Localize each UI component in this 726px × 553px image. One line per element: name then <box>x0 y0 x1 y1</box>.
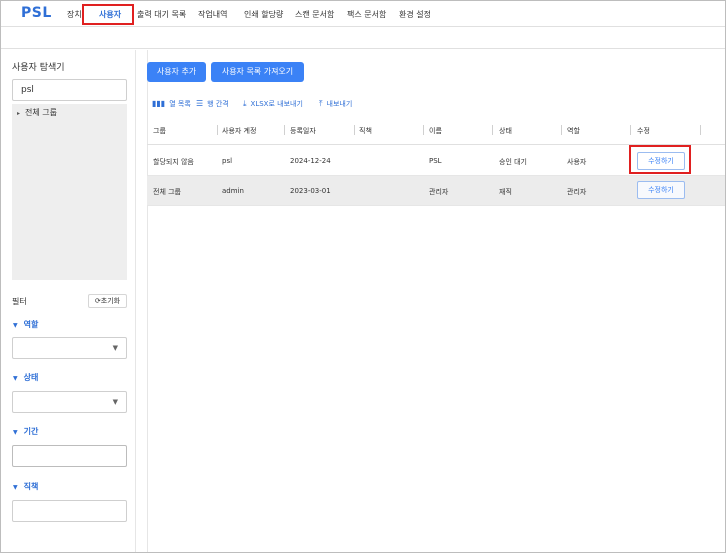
table-row[interactable]: 전체 그룹 admin 2023-03-01 관리자 재직 관리자 수정하기 <box>147 176 725 206</box>
row-spacing-toggle[interactable]: ☰ 행 간격 <box>196 99 229 109</box>
cell-date: 2024-12-24 <box>290 157 331 165</box>
column-separator[interactable] <box>423 125 424 135</box>
group-tree: ▸ 전체 그룹 <box>12 104 127 280</box>
role-select[interactable]: ▼ <box>12 337 127 359</box>
download-icon: ⤓ <box>243 99 247 108</box>
cell-status: 재직 <box>499 188 512 196</box>
filter-label: 필터 <box>12 297 27 306</box>
column-header-role[interactable]: 역할 <box>567 126 580 136</box>
highlight-box-edit-button <box>629 145 691 174</box>
cell-account: psl <box>222 157 233 165</box>
toolbar-label: 행 간격 <box>207 100 229 108</box>
column-header-name[interactable]: 이름 <box>429 126 442 136</box>
filter-section-label: 상태 <box>23 373 39 382</box>
tree-item-all-groups[interactable]: ▸ 전체 그룹 <box>17 107 57 118</box>
import-users-button[interactable]: 사용자 목록 가져오기 <box>211 62 304 82</box>
filter-section-position[interactable]: ▼ 직책 <box>13 481 38 492</box>
tree-item-label: 전체 그룹 <box>25 108 57 117</box>
column-header-status[interactable]: 상태 <box>499 126 512 136</box>
export-button[interactable]: ⤒ 내보내기 <box>319 99 352 109</box>
column-header-account[interactable]: 사용자 계정 <box>222 126 256 136</box>
dropdown-arrow-icon: ▼ <box>112 344 118 352</box>
toolbar-label: 열 목록 <box>169 100 191 108</box>
user-explorer-sidebar: 사용자 탐색기 ▸ 전체 그룹 필터 ⟳초기화 ▼ 역할 ▼ ▼ 상태 ▼ ▼ 기간 ▼… <box>1 50 136 552</box>
column-separator[interactable] <box>630 125 631 135</box>
tab-settings[interactable]: 환경 설정 <box>399 9 431 20</box>
column-separator[interactable] <box>217 125 218 135</box>
export-xlsx-button[interactable]: ⤓ XLSX로 내보내기 <box>243 99 303 109</box>
filter-section-label: 기간 <box>23 427 39 436</box>
column-header-group[interactable]: 그룹 <box>153 126 166 136</box>
filter-section-label: 직책 <box>23 482 39 491</box>
cell-role: 관리자 <box>567 188 587 196</box>
tab-job-history[interactable]: 작업내역 <box>198 9 227 20</box>
sidebar-title: 사용자 탐색기 <box>12 63 65 73</box>
filter-section-status[interactable]: ▼ 상태 <box>13 372 38 383</box>
triangle-down-icon: ▼ <box>13 322 18 329</box>
filter-section-label: 역할 <box>23 320 39 329</box>
table-header: 그룹 사용자 계정 등록일자 직책 이름 상태 역할 수정 <box>147 117 725 145</box>
highlight-box-users-tab <box>82 4 134 25</box>
edit-user-button[interactable]: 수정하기 <box>637 181 685 199</box>
column-header-date[interactable]: 등록일자 <box>290 126 316 136</box>
caret-right-icon[interactable]: ▸ <box>17 110 20 117</box>
user-search-input[interactable] <box>12 79 127 101</box>
tab-fax-box[interactable]: 팩스 문서함 <box>347 9 386 20</box>
tab-devices[interactable]: 장치 <box>67 9 82 20</box>
column-list-toggle[interactable]: ▮▮▮ 열 목록 <box>152 99 191 109</box>
column-header-position[interactable]: 직책 <box>359 126 372 136</box>
column-separator[interactable] <box>284 125 285 135</box>
cell-name: 관리자 <box>429 188 449 196</box>
reset-filter-button[interactable]: ⟳초기화 <box>88 294 127 308</box>
column-header-edit[interactable]: 수정 <box>637 126 650 136</box>
cell-role: 사용자 <box>567 158 587 166</box>
columns-icon: ▮▮▮ <box>152 99 166 108</box>
column-separator[interactable] <box>492 125 493 135</box>
reset-label: 초기화 <box>100 297 121 305</box>
filter-section-role[interactable]: ▼ 역할 <box>13 319 38 330</box>
tab-print-quota[interactable]: 인쇄 할당량 <box>244 9 283 20</box>
sub-header-bar <box>1 27 725 49</box>
column-separator[interactable] <box>700 125 701 135</box>
triangle-down-icon: ▼ <box>13 429 18 436</box>
cell-account: admin <box>222 187 244 195</box>
cell-group: 전체 그룹 <box>153 188 181 196</box>
toolbar-label: 내보내기 <box>326 100 353 108</box>
upload-icon: ⤒ <box>319 99 323 108</box>
status-select[interactable]: ▼ <box>12 391 127 413</box>
tab-scan-box[interactable]: 스캔 문서함 <box>295 9 334 20</box>
tab-print-queue[interactable]: 출력 대기 목록 <box>137 9 186 20</box>
rows-icon: ☰ <box>196 99 204 108</box>
column-separator[interactable] <box>354 125 355 135</box>
cell-group: 할당되지 않음 <box>153 158 194 166</box>
triangle-down-icon: ▼ <box>13 375 18 382</box>
period-input[interactable] <box>12 445 127 467</box>
column-separator[interactable] <box>561 125 562 135</box>
app-logo[interactable]: PSL <box>21 5 52 21</box>
dropdown-arrow-icon: ▼ <box>112 398 118 406</box>
toolbar-label: XLSX로 내보내기 <box>250 100 303 108</box>
position-input[interactable] <box>12 500 127 522</box>
cell-status: 승인 대기 <box>499 158 527 166</box>
add-user-button[interactable]: 사용자 추가 <box>147 62 206 82</box>
cell-date: 2023-03-01 <box>290 187 331 195</box>
triangle-down-icon: ▼ <box>13 484 18 491</box>
filter-section-period[interactable]: ▼ 기간 <box>13 426 38 437</box>
cell-name: PSL <box>429 157 442 165</box>
